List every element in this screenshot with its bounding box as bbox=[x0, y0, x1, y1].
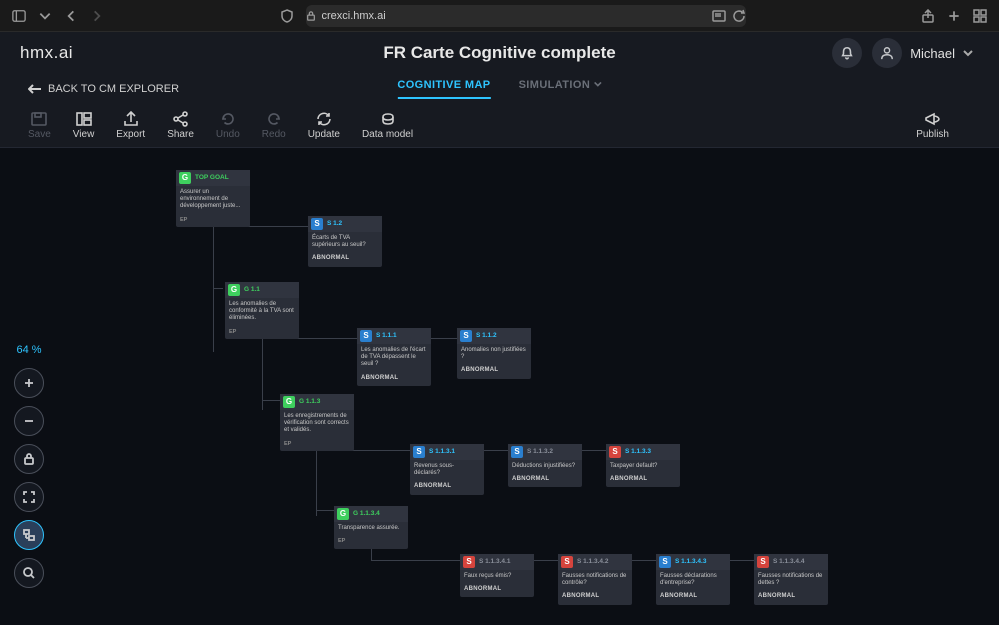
node-s11342[interactable]: SS 1.1.3.4.2 Fausses notifications de co… bbox=[558, 554, 632, 605]
node-s1132[interactable]: SS 1.1.3.2 Déductions injustifiées? ABNO… bbox=[508, 444, 582, 487]
app-header: hmx.ai FR Carte Cognitive complete Micha… bbox=[0, 32, 999, 74]
nav-forward-icon[interactable] bbox=[90, 9, 104, 23]
url-bar[interactable]: crexci.hmx.ai bbox=[306, 5, 746, 27]
sidebar-toggle-icon[interactable] bbox=[12, 9, 26, 23]
publish-button[interactable]: Publish bbox=[916, 111, 949, 140]
url-text: crexci.hmx.ai bbox=[322, 10, 386, 22]
toolbar: Save View Export Share Undo Redo Update … bbox=[0, 104, 999, 148]
node-s111[interactable]: SS 1.1.1 Les anomalies de l'écart de TVA… bbox=[357, 328, 431, 386]
share-button[interactable]: Share bbox=[167, 111, 194, 140]
node-s12[interactable]: SS 1.2 Écarts de TVA supérieurs au seuil… bbox=[308, 216, 382, 267]
node-s112[interactable]: SS 1.1.2 Anomalies non justifiées ? ABNO… bbox=[457, 328, 531, 379]
zoom-in-button[interactable] bbox=[14, 368, 44, 398]
data-model-button[interactable]: Data model bbox=[362, 111, 413, 140]
badge-icon: G bbox=[228, 284, 240, 296]
zoom-panel: 64 % bbox=[14, 344, 44, 588]
new-tab-icon[interactable] bbox=[947, 9, 961, 23]
browser-chrome: crexci.hmx.ai bbox=[0, 0, 999, 32]
update-button[interactable]: Update bbox=[308, 111, 340, 140]
badge-icon: S bbox=[757, 556, 769, 568]
view-button[interactable]: View bbox=[73, 111, 95, 140]
badge-icon: S bbox=[561, 556, 573, 568]
share-icon[interactable] bbox=[921, 9, 935, 23]
tab-cognitive-map[interactable]: COGNITIVE MAP bbox=[397, 79, 490, 99]
lock-button[interactable] bbox=[14, 444, 44, 474]
badge-icon: S bbox=[413, 446, 425, 458]
zoom-level: 64 % bbox=[16, 344, 41, 356]
app-logo[interactable]: hmx.ai bbox=[20, 43, 73, 63]
tabs-icon[interactable] bbox=[973, 9, 987, 23]
node-s11341[interactable]: SS 1.1.3.4.1 Faux reçus émis? ABNORMAL bbox=[460, 554, 534, 597]
badge-icon: G bbox=[337, 508, 349, 520]
export-button[interactable]: Export bbox=[116, 111, 145, 140]
badge-icon: S bbox=[360, 330, 372, 342]
user-name: Michael bbox=[910, 46, 955, 61]
cognitive-map-canvas[interactable]: GTOP GOAL Assurer un environnement de dé… bbox=[0, 148, 999, 625]
fit-screen-button[interactable] bbox=[14, 482, 44, 512]
reload-icon[interactable] bbox=[732, 9, 746, 23]
tabs: COGNITIVE MAP SIMULATION bbox=[397, 79, 601, 99]
node-g11[interactable]: GG 1.1 Les anomalies de conformité à la … bbox=[225, 282, 299, 339]
search-button[interactable] bbox=[14, 558, 44, 588]
node-top-goal[interactable]: GTOP GOAL Assurer un environnement de dé… bbox=[176, 170, 250, 227]
save-button: Save bbox=[28, 111, 51, 140]
badge-icon: S bbox=[463, 556, 475, 568]
badge-icon: G bbox=[283, 396, 295, 408]
badge-icon: S bbox=[460, 330, 472, 342]
node-s11344[interactable]: SS 1.1.3.4.4 Fausses notifications de de… bbox=[754, 554, 828, 605]
zoom-out-button[interactable] bbox=[14, 406, 44, 436]
node-s1133[interactable]: SS 1.1.3.3 Taxpayer default? ABNORMAL bbox=[606, 444, 680, 487]
user-menu[interactable]: Michael bbox=[872, 38, 979, 68]
layout-button[interactable] bbox=[14, 520, 44, 550]
avatar-icon bbox=[872, 38, 902, 68]
chevron-down-icon bbox=[594, 80, 602, 88]
redo-button: Redo bbox=[262, 111, 286, 140]
node-g1134[interactable]: GG 1.1.3.4 Transparence assurée. EP bbox=[334, 506, 408, 549]
badge-icon: S bbox=[609, 446, 621, 458]
reader-icon[interactable] bbox=[712, 9, 726, 23]
tab-simulation[interactable]: SIMULATION bbox=[519, 79, 602, 99]
badge-icon: S bbox=[659, 556, 671, 568]
undo-button: Undo bbox=[216, 111, 240, 140]
notifications-button[interactable] bbox=[832, 38, 862, 68]
node-g113[interactable]: GG 1.1.3 Les enregistrements de vérifica… bbox=[280, 394, 354, 451]
chevron-down-icon[interactable] bbox=[38, 9, 52, 23]
badge-icon: S bbox=[311, 218, 323, 230]
shield-icon[interactable] bbox=[280, 9, 294, 23]
node-s1131[interactable]: SS 1.1.3.1 Revenus sous-déclarés? ABNORM… bbox=[410, 444, 484, 495]
badge-icon: G bbox=[179, 172, 191, 184]
back-to-explorer-link[interactable]: BACK TO CM EXPLORER bbox=[28, 83, 179, 95]
nav-back-icon[interactable] bbox=[64, 9, 78, 23]
node-s11343[interactable]: SS 1.1.3.4.3 Fausses déclarations d'entr… bbox=[656, 554, 730, 605]
sub-header: BACK TO CM EXPLORER COGNITIVE MAP SIMULA… bbox=[0, 74, 999, 104]
chevron-down-icon bbox=[963, 48, 973, 58]
badge-icon: S bbox=[511, 446, 523, 458]
